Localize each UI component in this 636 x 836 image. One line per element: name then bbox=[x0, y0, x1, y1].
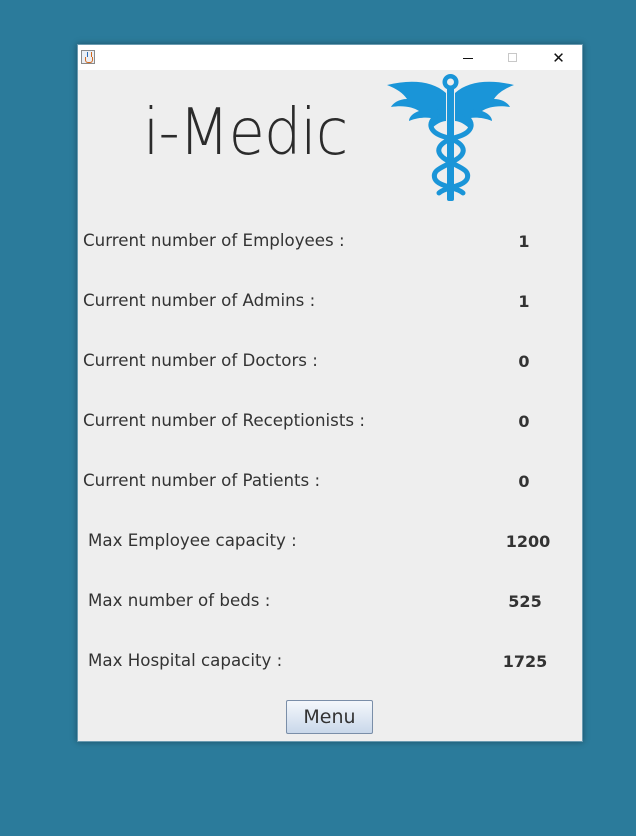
max-hospital-capacity-label: Max Hospital capacity : bbox=[88, 651, 283, 671]
employees-count: 1 bbox=[518, 232, 530, 251]
receptionists-count: 0 bbox=[518, 412, 530, 431]
max-hospital-capacity-value: 1725 bbox=[502, 652, 548, 671]
admins-label: Current number of Admins : bbox=[83, 291, 316, 311]
minimize-icon bbox=[462, 58, 473, 59]
title-bar[interactable]: ✕ bbox=[78, 45, 582, 70]
patients-count: 0 bbox=[518, 472, 530, 491]
patients-label: Current number of Patients : bbox=[83, 471, 321, 491]
menu-button[interactable]: Menu bbox=[286, 700, 373, 734]
doctors-label: Current number of Doctors : bbox=[83, 351, 318, 371]
admins-count: 1 bbox=[518, 292, 530, 311]
java-icon[interactable] bbox=[81, 50, 95, 64]
max-beds-label: Max number of beds : bbox=[88, 591, 271, 611]
receptionists-label: Current number of Receptionists : bbox=[83, 411, 365, 431]
max-employee-capacity-label: Max Employee capacity : bbox=[88, 531, 297, 551]
max-employee-capacity-value: 1200 bbox=[505, 532, 551, 551]
doctors-count: 0 bbox=[518, 352, 530, 371]
logo-title: i-Medic bbox=[143, 96, 348, 170]
minimize-button[interactable] bbox=[445, 45, 490, 70]
max-beds-value: 525 bbox=[508, 592, 542, 611]
app-window: ✕ i-Medic Current number of Employees : … bbox=[77, 44, 583, 742]
close-button[interactable]: ✕ bbox=[536, 45, 581, 70]
caduceus-icon bbox=[387, 74, 514, 201]
close-icon: ✕ bbox=[552, 48, 565, 67]
employees-label: Current number of Employees : bbox=[83, 231, 345, 251]
maximize-icon bbox=[508, 53, 517, 62]
maximize-button[interactable] bbox=[490, 45, 535, 70]
